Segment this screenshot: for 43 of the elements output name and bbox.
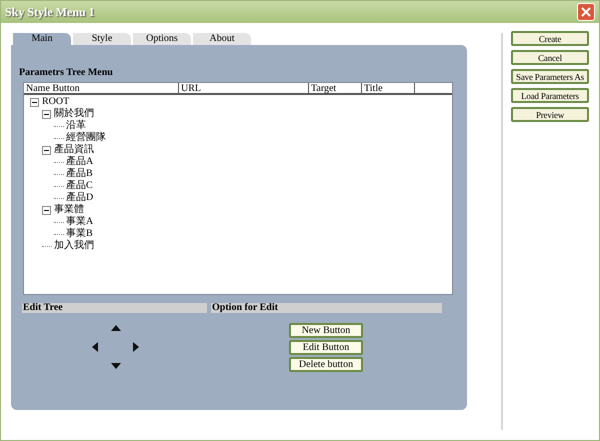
left-arrow-icon[interactable] (92, 342, 98, 352)
tree-node[interactable]: 產品A (66, 156, 94, 168)
column-header[interactable]: URL (179, 83, 309, 93)
collapse-toggle[interactable] (42, 146, 51, 154)
tree-node[interactable]: 產品B (66, 168, 93, 180)
close-icon (581, 7, 591, 17)
tree-node[interactable]: ROOT (42, 96, 70, 108)
tree-node[interactable]: 產品C (66, 180, 93, 192)
tree-node[interactable]: 沿革 (66, 120, 86, 132)
tab[interactable]: Style (73, 33, 131, 45)
side-button[interactable]: Load Parameters (511, 88, 589, 103)
tree-node[interactable]: 事業A (66, 216, 94, 228)
option-button[interactable]: New Button (289, 323, 363, 338)
section-header: Edit Tree (22, 303, 207, 313)
tree-node[interactable]: 事業體 (54, 204, 84, 216)
tab[interactable]: Options (133, 33, 191, 45)
side-button[interactable]: Preview (511, 107, 589, 122)
down-arrow-icon[interactable] (111, 363, 121, 369)
tree-node[interactable]: 產品資訊 (54, 144, 94, 156)
side-button[interactable]: Cancel (511, 50, 589, 65)
option-button[interactable]: Delete button (289, 357, 363, 372)
tree-node[interactable]: 加入我們 (54, 240, 94, 252)
tree-node[interactable]: 關於我們 (54, 108, 94, 120)
column-header[interactable]: Title (362, 83, 415, 93)
column-header[interactable]: Name Button (24, 83, 179, 93)
close-button[interactable] (577, 3, 595, 21)
up-arrow-icon[interactable] (111, 325, 121, 331)
tab[interactable]: About (193, 33, 251, 45)
right-arrow-icon[interactable] (133, 342, 139, 352)
tree-node[interactable]: 事業B (66, 228, 93, 240)
side-button[interactable]: Save Parameters As (511, 69, 589, 84)
section-header: Option for Edit (211, 303, 442, 313)
tree-node[interactable]: 產品D (66, 192, 94, 204)
tab[interactable]: Main (13, 33, 71, 45)
option-button[interactable]: Edit Button (289, 340, 363, 355)
tree-node[interactable]: 經營團隊 (66, 132, 106, 144)
side-button[interactable]: Create (511, 31, 589, 46)
collapse-toggle[interactable] (30, 98, 39, 106)
column-header[interactable]: Target (309, 83, 362, 93)
collapse-toggle[interactable] (42, 206, 51, 214)
window-title: Sky Style Menu 1 (5, 4, 95, 21)
collapse-toggle[interactable] (42, 110, 51, 118)
panel-title: Parametrs Tree Menu (19, 67, 114, 79)
